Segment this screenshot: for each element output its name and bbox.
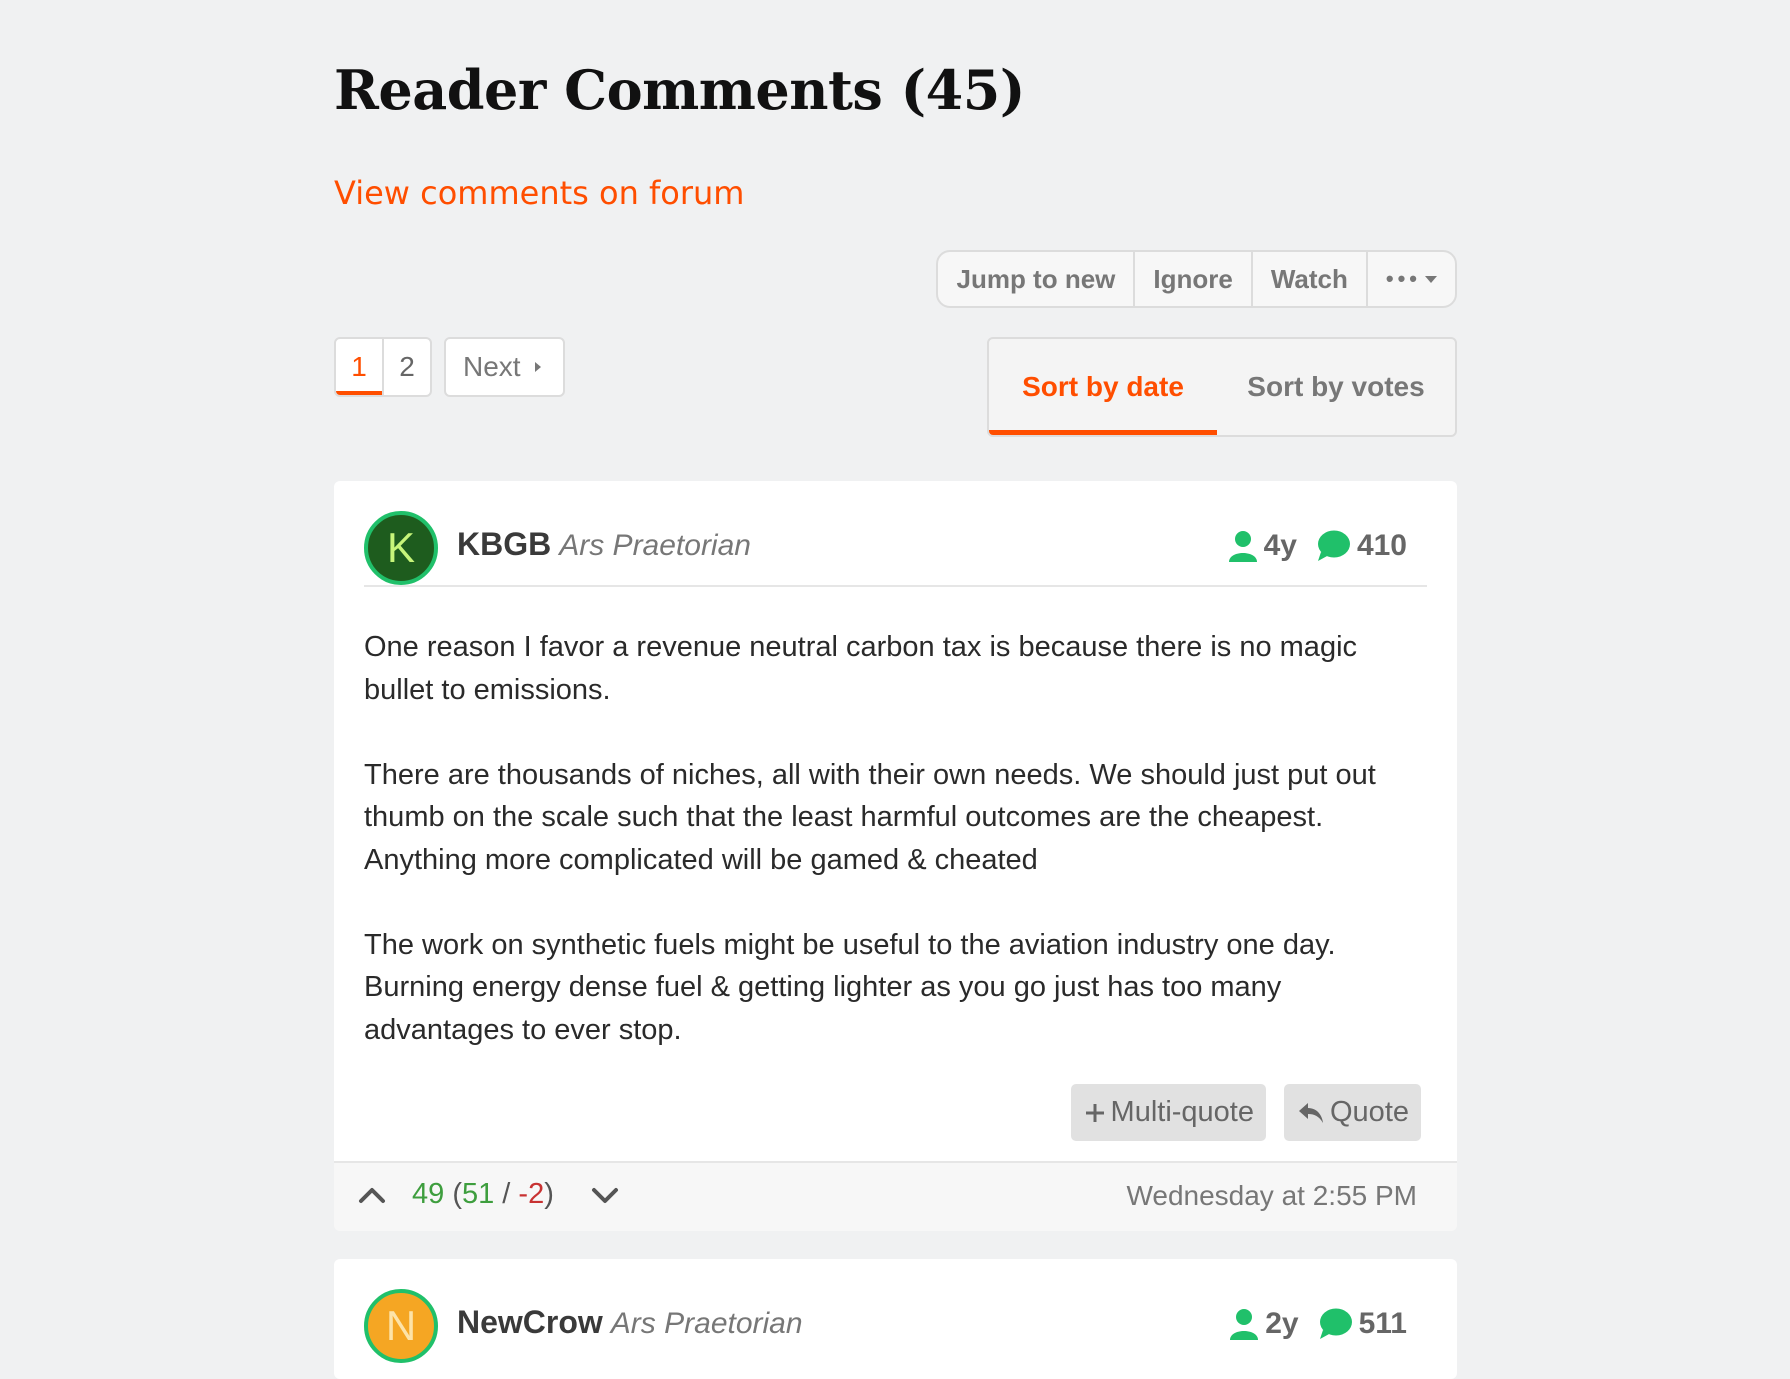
username[interactable]: KBGB	[457, 526, 551, 562]
multi-quote-button[interactable]: Multi-quote	[1070, 1084, 1266, 1141]
plus-icon	[1085, 1103, 1104, 1122]
comment-header: N NewCrow Ars Praetorian 2y 511	[364, 1289, 1427, 1363]
comment-header: K KBGB Ars Praetorian 4y 410	[364, 511, 1427, 587]
upvote-count: 51	[461, 1178, 495, 1210]
user-icon	[1228, 531, 1257, 562]
user-title: Ars Praetorian	[559, 529, 751, 562]
tenure-stat: 4y	[1228, 529, 1297, 563]
page-title: Reader Comments (45)	[334, 58, 1025, 122]
username-line: NewCrow Ars Praetorian	[457, 1304, 803, 1341]
net-score: 49	[412, 1178, 445, 1210]
speech-bubble-icon	[1319, 1308, 1352, 1339]
quote-button[interactable]: Quote	[1284, 1084, 1421, 1141]
multi-quote-label: Multi-quote	[1110, 1096, 1254, 1128]
post-count-value: 410	[1356, 529, 1407, 562]
downvote-count: -2	[518, 1178, 545, 1210]
more-actions-button[interactable]: •••	[1365, 252, 1455, 306]
vote-score: 49 (51 / -2)	[412, 1178, 554, 1210]
page-1-link[interactable]: 1	[336, 339, 382, 395]
user-stats: 4y 410	[1228, 529, 1407, 563]
post-count-value: 511	[1358, 1307, 1407, 1340]
tenure-value: 2y	[1265, 1307, 1299, 1340]
pagination: 1 2 Next	[334, 337, 565, 397]
jump-to-new-button[interactable]: Jump to new	[938, 252, 1133, 306]
sort-tabs: Sort by date Sort by votes	[987, 337, 1457, 437]
avatar[interactable]: N	[364, 1289, 438, 1363]
comment-body: One reason I favor a revenue neutral car…	[364, 626, 1427, 1094]
next-label: Next	[463, 351, 521, 382]
comment-card: K KBGB Ars Praetorian 4y 410 One reason …	[334, 481, 1457, 1231]
comment-timestamp[interactable]: Wednesday at 2:55 PM	[1126, 1180, 1417, 1212]
page-numbers: 1 2	[334, 337, 432, 397]
ignore-button[interactable]: Ignore	[1133, 252, 1250, 306]
chevron-down-icon	[1425, 275, 1437, 283]
user-stats: 2y 511	[1229, 1307, 1407, 1341]
username-line: KBGB Ars Praetorian	[457, 526, 751, 563]
username[interactable]: NewCrow	[457, 1304, 603, 1340]
comment-paragraph: One reason I favor a revenue neutral car…	[364, 631, 1358, 706]
quote-label: Quote	[1330, 1096, 1409, 1128]
user-title: Ars Praetorian	[610, 1307, 803, 1340]
comment-paragraph: There are thousands of niches, all with …	[364, 758, 1376, 876]
avatar[interactable]: K	[364, 511, 438, 585]
page-2-link[interactable]: 2	[382, 339, 430, 395]
watch-button[interactable]: Watch	[1250, 252, 1366, 306]
comment-footer: 49 (51 / -2) Wednesday at 2:55 PM	[334, 1161, 1457, 1231]
comment-paragraph: The work on synthetic fuels might be use…	[364, 928, 1336, 1046]
tenure-value: 4y	[1263, 529, 1297, 562]
speech-bubble-icon	[1317, 530, 1350, 561]
tab-sort-by-votes[interactable]: Sort by votes	[1217, 339, 1455, 435]
chevron-right-icon	[534, 362, 541, 372]
post-count-stat: 511	[1319, 1307, 1407, 1341]
reply-icon	[1299, 1102, 1323, 1123]
post-count-stat: 410	[1317, 529, 1407, 563]
tab-sort-by-date[interactable]: Sort by date	[989, 339, 1217, 435]
user-icon	[1230, 1309, 1259, 1340]
ellipsis-icon: •••	[1385, 266, 1421, 291]
thread-actions: Jump to new Ignore Watch •••	[936, 250, 1457, 308]
tenure-stat: 2y	[1229, 1307, 1299, 1341]
next-page-button[interactable]: Next	[444, 337, 565, 397]
comment-card: N NewCrow Ars Praetorian 2y 511	[334, 1259, 1457, 1379]
comment-actions: Multi-quote Quote	[1053, 1084, 1421, 1141]
upvote-icon[interactable]	[354, 1180, 390, 1210]
downvote-icon[interactable]	[587, 1180, 623, 1210]
view-on-forum-link[interactable]: View comments on forum	[334, 174, 744, 212]
